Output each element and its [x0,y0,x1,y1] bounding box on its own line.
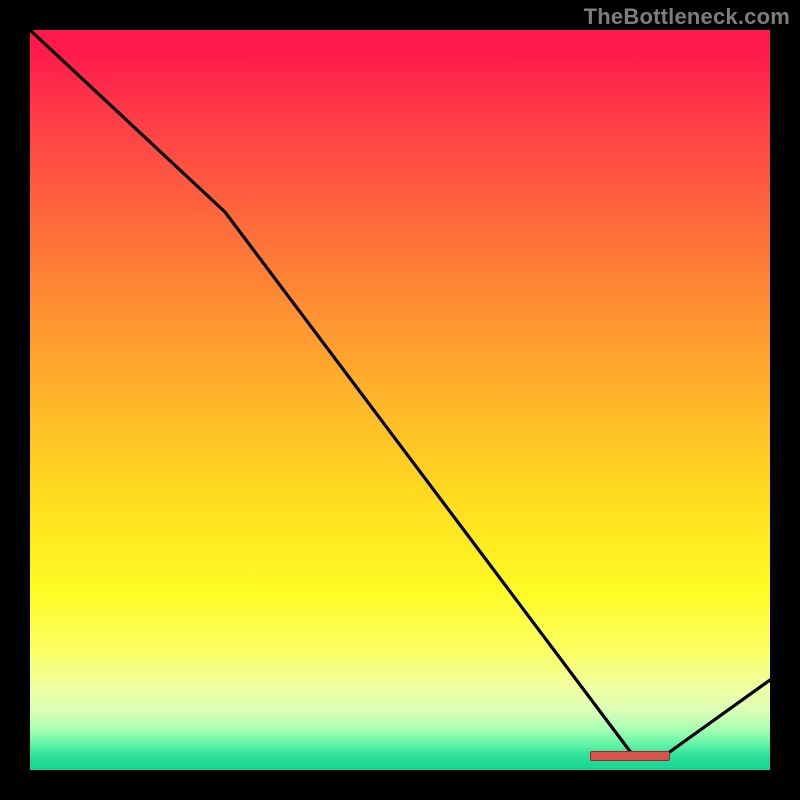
watermark-text: TheBottleneck.com [584,4,790,30]
curve-path [30,30,770,756]
chart-stage: TheBottleneck.com [0,0,800,800]
optimal-marker [590,751,670,761]
line-series [30,30,770,770]
plot-area [30,30,770,770]
